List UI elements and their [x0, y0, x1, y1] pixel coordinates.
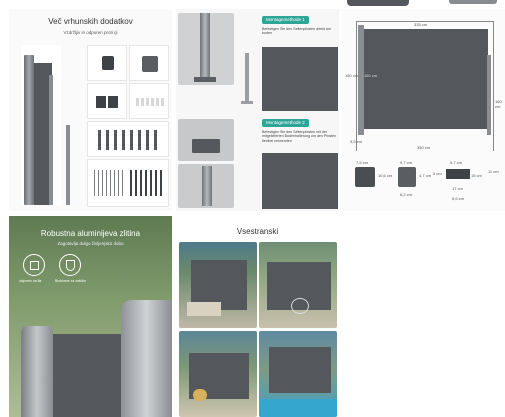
part1-top: 7,5 cm: [356, 160, 369, 165]
part1-side: 10,6 cm: [378, 173, 393, 178]
accessories-tile[interactable]: Več vrhunskih dodatkov Vzdržljiv in odpo…: [9, 9, 172, 211]
post-closeup-right: [121, 300, 172, 417]
part2-side: 4,7 cm: [419, 173, 432, 178]
part3-drawing: [446, 169, 470, 179]
part1-drawing: [355, 167, 375, 187]
screen-panel: [362, 29, 488, 129]
accessories-subtitle: Vzdržljiv in odporen proti rji: [63, 30, 118, 35]
feature1-label: odporen na tla: [19, 279, 42, 283]
part2-top: 9,7 cm: [400, 160, 413, 165]
accessory-clamps: [87, 83, 127, 119]
accessory-screws: [87, 159, 169, 207]
accessory-anchors: [129, 83, 169, 119]
aluminum-subtitle: Zagotavlja dolgo življenjsko dobo: [57, 241, 124, 246]
method1-text: Befestigen Sie den Seitenpfosten direkt …: [262, 27, 331, 36]
height-left: 180 cm: [345, 73, 359, 78]
part2-drawing: [398, 167, 416, 187]
height-panel: 160 cm: [364, 73, 378, 78]
accessory-bolts: [87, 121, 169, 157]
scene-patio: [179, 331, 257, 417]
versatile-title: Vsestranski: [236, 227, 279, 236]
offset: 9,5 cm: [350, 139, 363, 144]
panel-preview-1: [262, 47, 338, 111]
scene-pool: [259, 331, 337, 417]
part3-top: 9,7 cm: [450, 160, 463, 165]
method1-tag: Montagemethode 1: [262, 16, 309, 24]
part3-left: 5 cm: [433, 171, 442, 176]
panel-preview-2: [262, 153, 338, 209]
method2-tag: Montagemethode 2: [262, 119, 309, 127]
width-total: 335 cm: [414, 22, 428, 27]
thumbnail-pill-2[interactable]: [449, 0, 497, 4]
height-right: 160 cm: [495, 99, 502, 109]
feature2-label: Blokirane za zaščito: [55, 279, 87, 283]
post-drawing-1: [238, 53, 256, 111]
right-post: [487, 55, 491, 135]
ground-resistant-icon: [23, 254, 45, 276]
screen-cassette: [21, 45, 70, 205]
versatile-tile[interactable]: Vsestranski: [176, 216, 339, 417]
aluminum-title: Robustna aluminijeva zlitina: [40, 229, 141, 238]
left-post: [358, 25, 364, 135]
accessories-title: Več vrhunskih dodatkov: [48, 17, 133, 26]
mounting-tile[interactable]: Montagemethode 1 Befestigen Sie den Seit…: [176, 9, 339, 211]
scene-garden: [259, 242, 337, 328]
scene-terrace: [179, 242, 257, 328]
part2-bottom: 6,2 cm: [400, 192, 413, 197]
part3-bottom2: 6,6 cm: [452, 196, 465, 201]
part3-mid: 15 cm: [471, 173, 482, 178]
shield-icon: [59, 254, 81, 276]
part3-right: 11 cm: [488, 169, 499, 174]
base-photo: [178, 119, 234, 161]
post-photo-1: [178, 13, 234, 85]
accessory-wall-bracket: [87, 45, 127, 81]
aluminum-tile[interactable]: Robustna aluminijeva zlitina Zagotavlja …: [9, 216, 172, 417]
method2-text: Befestigen Sie den Seitenpfosten mit der…: [262, 130, 337, 143]
panel-closeup: [53, 334, 123, 417]
width-base: 350 cm: [417, 145, 431, 150]
part3-bottom1: 17 cm: [452, 186, 463, 191]
accessory-base-plate: [129, 45, 169, 81]
post-photo-2: [178, 164, 234, 208]
dimensions-tile[interactable]: 335 cm 180 cm 160 cm 160 cm 9,5 cm 350 c…: [342, 9, 505, 211]
thumbnail-pill-1[interactable]: [347, 0, 409, 6]
post-closeup-left: [21, 326, 53, 417]
